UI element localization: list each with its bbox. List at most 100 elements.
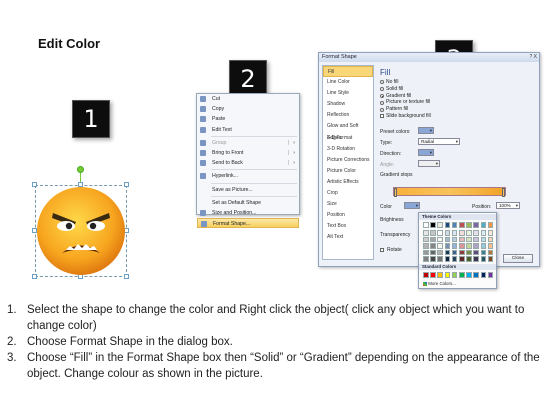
theme-color-swatch[interactable] — [437, 243, 443, 249]
theme-color-swatch[interactable] — [487, 230, 494, 236]
theme-color-swatch[interactable] — [487, 222, 494, 228]
checkbox[interactable] — [380, 114, 384, 119]
theme-color-swatch[interactable] — [466, 243, 472, 249]
gradient-stop[interactable] — [502, 188, 505, 197]
theme-color-swatch[interactable] — [480, 230, 487, 236]
theme-color-swatch[interactable] — [480, 256, 487, 262]
theme-color-swatch[interactable] — [423, 249, 429, 256]
theme-color-swatch[interactable] — [430, 256, 436, 262]
fill-option[interactable]: No fill — [378, 79, 538, 86]
theme-color-swatch[interactable] — [466, 230, 472, 236]
close-button[interactable]: Close — [503, 254, 533, 263]
theme-color-swatch[interactable] — [423, 243, 429, 249]
nav-item[interactable]: Reflection — [323, 110, 373, 121]
theme-color-swatch[interactable] — [480, 236, 487, 243]
theme-color-swatch[interactable] — [437, 222, 443, 228]
standard-color-swatch[interactable] — [459, 272, 465, 278]
theme-color-swatch[interactable] — [444, 236, 451, 243]
fill-option[interactable]: Slide background fill — [378, 113, 538, 120]
menu-item[interactable]: Copy — [197, 104, 299, 114]
theme-color-swatch[interactable] — [444, 230, 451, 236]
nav-item[interactable]: Artistic Effects — [323, 177, 373, 188]
standard-color-swatch[interactable] — [466, 272, 472, 278]
nav-item[interactable]: 3-D Format — [323, 133, 373, 144]
theme-color-swatch[interactable] — [487, 236, 494, 243]
theme-color-swatch[interactable] — [480, 222, 487, 228]
standard-color-swatch[interactable] — [473, 272, 479, 278]
standard-color-swatch[interactable] — [444, 272, 451, 278]
nav-item[interactable]: Line Style — [323, 88, 373, 99]
theme-color-swatch[interactable] — [444, 243, 451, 249]
menu-item[interactable]: Hyperlink... — [197, 171, 299, 181]
fill-option[interactable]: Picture or texture fill — [378, 99, 538, 106]
theme-color-swatch[interactable] — [487, 256, 494, 262]
radio-button[interactable] — [380, 80, 384, 85]
theme-color-swatch[interactable] — [459, 243, 465, 249]
theme-color-swatch[interactable] — [459, 256, 465, 262]
theme-color-swatch[interactable] — [466, 222, 472, 228]
theme-color-swatch[interactable] — [451, 236, 458, 243]
type-dropdown[interactable]: Radial — [418, 138, 460, 145]
theme-color-swatch[interactable] — [437, 230, 443, 236]
theme-color-swatch[interactable] — [451, 230, 458, 236]
menu-item[interactable]: Format Shape... — [197, 218, 299, 229]
rotation-handle[interactable] — [77, 166, 84, 173]
radio-button[interactable] — [380, 100, 384, 105]
theme-color-swatch[interactable] — [451, 256, 458, 262]
fill-option[interactable]: Solid fill — [378, 86, 538, 93]
theme-color-swatch[interactable] — [480, 243, 487, 249]
nav-item[interactable]: Line Color — [323, 77, 373, 88]
theme-color-swatch[interactable] — [487, 243, 494, 249]
menu-item[interactable]: Group › | — [197, 138, 299, 148]
theme-color-swatch[interactable] — [487, 249, 494, 256]
color-dropdown[interactable] — [404, 202, 420, 209]
dialog-title-buttons[interactable]: ? X — [529, 54, 537, 60]
rotate-checkbox[interactable] — [380, 247, 384, 252]
theme-color-swatch[interactable] — [473, 222, 479, 228]
nav-item[interactable]: Shadow — [323, 99, 373, 110]
theme-color-swatch[interactable] — [437, 236, 443, 243]
menu-item[interactable]: Cut — [197, 94, 299, 104]
theme-color-swatch[interactable] — [430, 222, 436, 228]
menu-item[interactable]: Edit Text — [197, 125, 299, 135]
theme-color-swatch[interactable] — [423, 230, 429, 236]
direction-dropdown[interactable] — [418, 149, 434, 156]
standard-color-swatch[interactable] — [437, 272, 443, 278]
nav-item[interactable]: Picture Color — [323, 166, 373, 177]
standard-color-swatch[interactable] — [451, 272, 458, 278]
angle-field[interactable] — [418, 160, 440, 167]
theme-color-swatch[interactable] — [444, 256, 451, 262]
theme-color-swatch[interactable] — [459, 236, 465, 243]
radio-button[interactable] — [380, 93, 384, 98]
theme-color-swatch[interactable] — [466, 236, 472, 243]
theme-color-swatch[interactable] — [430, 249, 436, 256]
theme-color-swatch[interactable] — [466, 256, 472, 262]
fill-option[interactable]: Pattern fill — [378, 106, 538, 113]
more-colors-option[interactable]: More Colors... — [423, 281, 456, 286]
menu-item[interactable]: Set as Default Shape — [197, 198, 299, 208]
theme-color-swatch[interactable] — [423, 222, 429, 228]
nav-item[interactable]: Fill — [323, 66, 373, 78]
position-field[interactable]: 100% — [496, 202, 520, 209]
theme-color-swatch[interactable] — [459, 249, 465, 256]
nav-item[interactable]: Crop — [323, 188, 373, 199]
standard-color-swatch[interactable] — [487, 272, 494, 278]
theme-color-swatch[interactable] — [437, 256, 443, 262]
theme-color-swatch[interactable] — [444, 222, 451, 228]
theme-color-swatch[interactable] — [473, 236, 479, 243]
theme-color-swatch[interactable] — [473, 230, 479, 236]
standard-color-swatch[interactable] — [423, 272, 429, 278]
nav-item[interactable]: Position — [323, 210, 373, 221]
theme-color-swatch[interactable] — [423, 256, 429, 262]
theme-color-swatch[interactable] — [466, 249, 472, 256]
theme-color-swatch[interactable] — [444, 249, 451, 256]
theme-color-swatch[interactable] — [437, 249, 443, 256]
menu-item[interactable]: Save as Picture... — [197, 185, 299, 195]
menu-item[interactable]: Paste — [197, 114, 299, 124]
theme-color-swatch[interactable] — [473, 249, 479, 256]
nav-item[interactable]: Alt Text — [323, 232, 373, 243]
nav-item[interactable]: Picture Corrections — [323, 155, 373, 166]
nav-item[interactable]: Glow and Soft Edges — [323, 121, 373, 140]
menu-item[interactable]: Size and Position... — [197, 208, 299, 218]
standard-color-swatch[interactable] — [430, 272, 436, 278]
